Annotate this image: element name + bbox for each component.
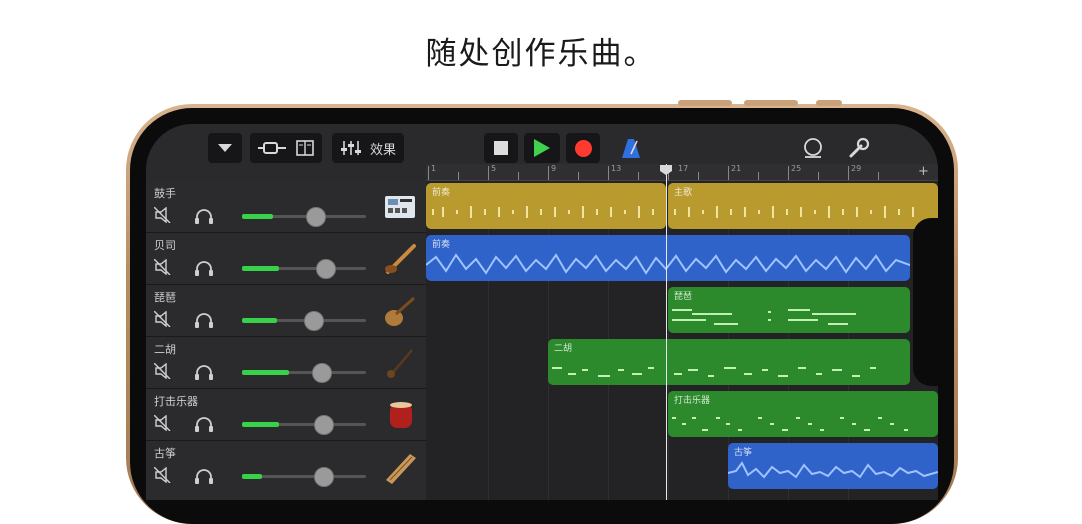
loop-browser-button[interactable] bbox=[796, 133, 830, 163]
mute-switch bbox=[816, 100, 842, 106]
region-drummer-verse[interactable]: 主歌 bbox=[668, 183, 938, 229]
record-icon bbox=[574, 139, 592, 157]
bar-number: 5 bbox=[491, 164, 497, 173]
bar-number: 13 bbox=[611, 164, 622, 173]
track-header[interactable]: 古筝 bbox=[146, 440, 426, 492]
stop-icon bbox=[494, 141, 508, 155]
volume-knob[interactable] bbox=[312, 363, 332, 383]
track-name: 琵琶 bbox=[154, 291, 176, 304]
headphones-icon[interactable] bbox=[194, 415, 214, 433]
track-header[interactable]: 贝司 bbox=[146, 232, 426, 285]
region-erhu[interactable]: 二胡 bbox=[548, 339, 910, 385]
metronome-button[interactable] bbox=[614, 133, 648, 163]
track-header[interactable]: 琵琶 bbox=[146, 284, 426, 337]
phone-notch bbox=[913, 218, 943, 386]
stop-button[interactable] bbox=[484, 133, 518, 163]
track-header[interactable]: 鼓手 bbox=[146, 180, 426, 233]
tracks-view-icon bbox=[258, 142, 286, 154]
volume-slider[interactable] bbox=[242, 259, 366, 279]
bass-guitar-icon bbox=[385, 244, 416, 274]
garageband-screen: 效果 鼓手 贝司 琵琶 二胡 打击乐器 古筝 1 5 9 13 17 21 25… bbox=[146, 124, 938, 500]
track-name: 贝司 bbox=[154, 239, 176, 252]
erhu-icon bbox=[387, 349, 413, 378]
headphones-icon[interactable] bbox=[194, 311, 214, 329]
mute-icon[interactable] bbox=[154, 415, 172, 431]
guzheng-icon bbox=[386, 454, 416, 484]
mute-icon[interactable] bbox=[154, 363, 172, 379]
drum-machine-icon bbox=[385, 196, 415, 218]
volume-slider[interactable] bbox=[242, 467, 366, 487]
browser-icon bbox=[296, 140, 314, 156]
timeline-ruler[interactable]: 1 5 9 13 17 21 25 29 + bbox=[426, 164, 938, 181]
wrench-icon bbox=[849, 137, 870, 158]
chinese-drum-icon bbox=[390, 402, 412, 428]
view-toggle-button[interactable] bbox=[250, 133, 322, 163]
headline: 随处创作乐曲。 bbox=[425, 36, 657, 72]
pipa-icon bbox=[385, 296, 415, 326]
headphones-icon[interactable] bbox=[194, 259, 214, 277]
track-header[interactable]: 二胡 bbox=[146, 336, 426, 389]
track-name: 打击乐器 bbox=[154, 395, 198, 408]
playhead[interactable] bbox=[666, 164, 667, 500]
my-songs-button[interactable] bbox=[208, 133, 242, 163]
effects-button[interactable]: 效果 bbox=[332, 133, 404, 163]
volume-button bbox=[744, 100, 798, 106]
record-button[interactable] bbox=[566, 133, 600, 163]
bar-number: 1 bbox=[431, 164, 437, 173]
loop-icon bbox=[804, 138, 822, 158]
chevron-down-icon bbox=[218, 144, 232, 152]
settings-button[interactable] bbox=[842, 133, 876, 163]
headphones-icon[interactable] bbox=[194, 207, 214, 225]
region-percussion[interactable]: 打击乐器 bbox=[668, 391, 938, 437]
mute-icon[interactable] bbox=[154, 259, 172, 275]
volume-slider[interactable] bbox=[242, 415, 366, 435]
bar-number: 29 bbox=[851, 164, 862, 173]
volume-knob[interactable] bbox=[314, 467, 334, 487]
headphones-icon[interactable] bbox=[194, 467, 214, 485]
mute-icon[interactable] bbox=[154, 467, 172, 483]
volume-slider[interactable] bbox=[242, 311, 366, 331]
play-button[interactable] bbox=[524, 133, 560, 163]
bar-number: 21 bbox=[731, 164, 742, 173]
mute-icon[interactable] bbox=[154, 207, 172, 223]
add-section-icon[interactable]: + bbox=[918, 164, 929, 179]
region-pipa[interactable]: 琵琶 bbox=[668, 287, 910, 333]
volume-knob[interactable] bbox=[306, 207, 326, 227]
bar-number: 17 bbox=[678, 164, 689, 173]
track-name: 鼓手 bbox=[154, 187, 176, 200]
play-icon bbox=[534, 139, 550, 157]
metronome-icon bbox=[622, 139, 640, 158]
volume-button bbox=[678, 100, 732, 106]
bar-number: 9 bbox=[551, 164, 557, 173]
track-name: 二胡 bbox=[154, 343, 176, 356]
region-bass[interactable]: 前奏 bbox=[426, 235, 910, 281]
effects-label: 效果 bbox=[369, 142, 396, 158]
track-lanes[interactable]: 前奏 主歌 前奏 琵琶 二胡 打击乐器 古筝 bbox=[426, 181, 938, 500]
mixer-sliders-icon bbox=[340, 141, 361, 155]
track-headers: 鼓手 贝司 琵琶 二胡 打击乐器 古筝 bbox=[146, 180, 426, 500]
volume-slider[interactable] bbox=[242, 207, 366, 227]
volume-slider[interactable] bbox=[242, 363, 366, 383]
region-drummer-intro[interactable]: 前奏 bbox=[426, 183, 666, 229]
track-header[interactable]: 打击乐器 bbox=[146, 388, 426, 441]
volume-knob[interactable] bbox=[316, 259, 336, 279]
bar-number: 25 bbox=[791, 164, 802, 173]
volume-knob[interactable] bbox=[314, 415, 334, 435]
volume-knob[interactable] bbox=[304, 311, 324, 331]
region-guzheng[interactable]: 古筝 bbox=[728, 443, 938, 489]
track-name: 古筝 bbox=[154, 447, 176, 460]
mute-icon[interactable] bbox=[154, 311, 172, 327]
headphones-icon[interactable] bbox=[194, 363, 214, 381]
